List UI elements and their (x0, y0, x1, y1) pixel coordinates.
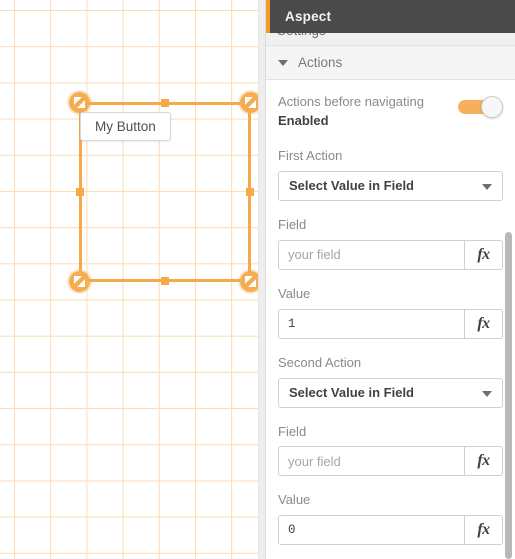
resize-handle-top-middle[interactable] (161, 99, 169, 107)
second-action-field-input[interactable] (278, 446, 465, 477)
panel-body: Actions before navigating Enabled First … (266, 80, 515, 559)
second-action-group: Second Action Select Value in Field (278, 355, 503, 408)
resize-diagonal-icon (74, 97, 85, 108)
second-action-value-group: Value fx (278, 492, 503, 546)
first-action-selected-value: Select Value in Field (289, 178, 414, 194)
chevron-down-icon[interactable] (482, 390, 492, 397)
first-action-group: First Action Select Value in Field (278, 148, 503, 201)
fx-icon: fx (477, 452, 490, 470)
first-action-value-row: fx (278, 308, 503, 339)
caret-down-icon[interactable] (278, 59, 288, 66)
resize-handle-bottom-right[interactable] (240, 271, 258, 292)
actions-before-navigating-row: Actions before navigating Enabled (278, 94, 503, 128)
second-action-field-expression-button[interactable]: fx (465, 446, 503, 477)
button-object-label[interactable]: My Button (80, 112, 171, 141)
chevron-down-icon[interactable] (482, 183, 492, 190)
canvas-gutter (258, 0, 265, 559)
resize-diagonal-icon (245, 97, 256, 108)
first-action-field-row: fx (278, 239, 503, 270)
toggle-label: Actions before navigating (278, 94, 424, 109)
actions-before-navigating-toggle[interactable] (458, 96, 503, 118)
second-action-value-label: Value (278, 492, 311, 508)
clipped-section-label: Settings (277, 33, 326, 38)
panel-clipped-section: Settings (266, 33, 515, 46)
second-action-field-group: Field fx (278, 424, 503, 477)
resize-handle-top-right[interactable] (240, 92, 258, 113)
panel-header: Aspect (266, 0, 515, 33)
toggle-knob (481, 96, 503, 118)
first-action-value-input[interactable] (278, 308, 465, 339)
first-action-label: First Action (278, 148, 343, 163)
toggle-text-block: Actions before navigating Enabled (278, 94, 424, 128)
first-action-field-label: Field (278, 216, 307, 232)
resize-handle-top-left[interactable] (69, 92, 90, 113)
second-action-value-expression-button[interactable]: fx (465, 515, 503, 546)
resize-diagonal-icon (74, 276, 85, 287)
property-panel: Aspect Settings Actions Actions before n… (265, 0, 515, 559)
fx-icon: fx (477, 245, 490, 263)
second-action-field-label: Field (278, 423, 307, 439)
second-action-label: Second Action (278, 354, 362, 370)
second-action-select[interactable]: Select Value in Field (278, 377, 503, 408)
panel-scrollbar-thumb[interactable] (505, 232, 512, 559)
second-action-selected-value: Select Value in Field (289, 385, 414, 401)
resize-handle-bottom-middle[interactable] (161, 277, 169, 285)
panel-title: Aspect (285, 9, 332, 24)
design-canvas[interactable]: My Button (0, 0, 258, 559)
first-action-select[interactable]: Select Value in Field (278, 170, 503, 201)
first-action-value-expression-button[interactable]: fx (465, 308, 503, 339)
first-action-field-input[interactable] (278, 239, 465, 270)
fx-icon: fx (477, 314, 490, 332)
first-action-field-group: Field fx (278, 217, 503, 270)
first-action-field-expression-button[interactable]: fx (465, 239, 503, 270)
app-root: My Button Aspect Settings Actions Action… (0, 0, 515, 559)
fx-icon: fx (477, 521, 490, 539)
section-title: Actions (298, 55, 343, 70)
first-action-value-group: Value fx (278, 286, 503, 339)
second-action-value-row: fx (278, 515, 503, 546)
resize-diagonal-icon (245, 276, 256, 287)
section-header-actions[interactable]: Actions (266, 46, 515, 80)
first-action-value-label: Value (278, 285, 311, 301)
resize-handle-bottom-left[interactable] (69, 271, 90, 292)
resize-handle-right-middle[interactable] (246, 188, 254, 196)
second-action-field-row: fx (278, 446, 503, 477)
resize-handle-left-middle[interactable] (76, 188, 84, 196)
toggle-state-label: Enabled (278, 113, 329, 128)
second-action-value-input[interactable] (278, 515, 465, 546)
